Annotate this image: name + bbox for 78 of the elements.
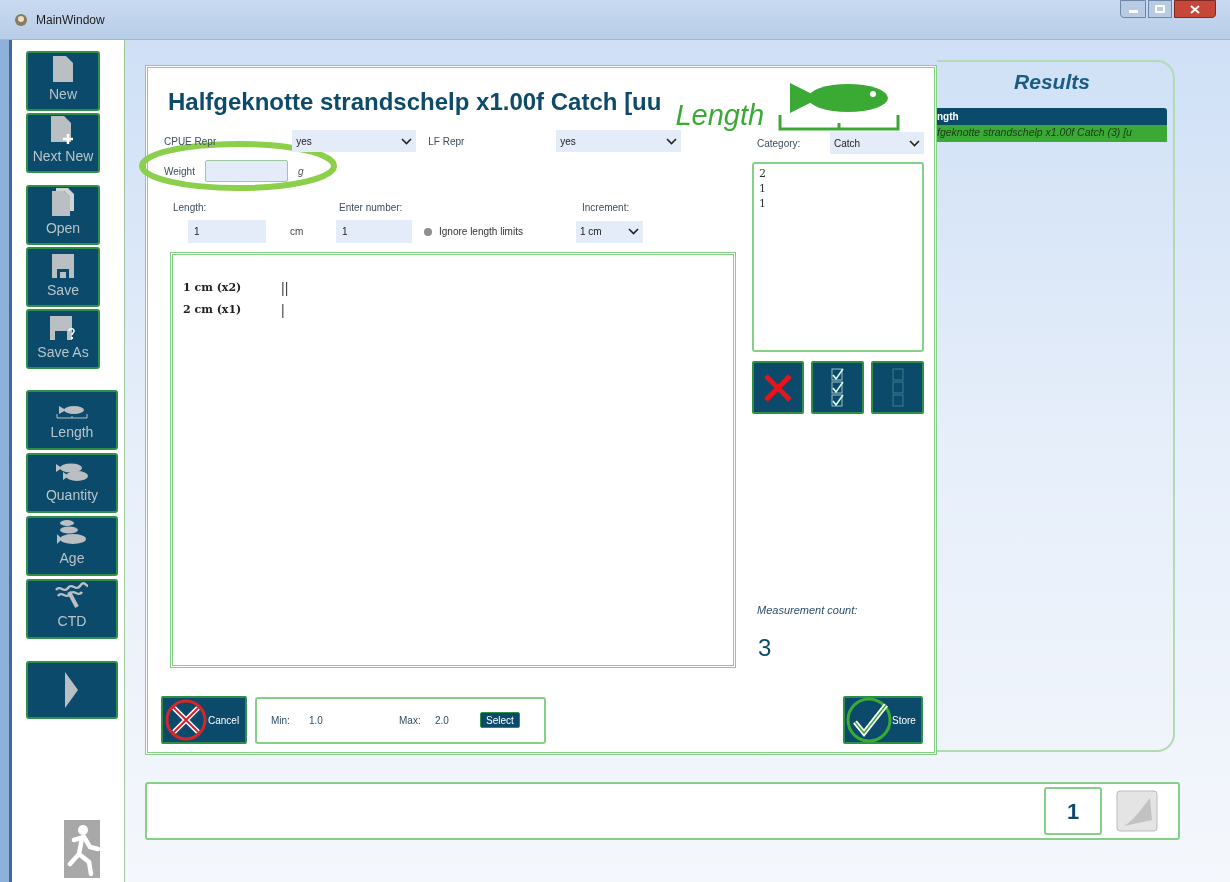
list-item[interactable]: 1 xyxy=(759,196,917,211)
documents-icon xyxy=(52,188,74,216)
max-label: Max: xyxy=(399,713,422,728)
measurement-label: 2 cm (x1) xyxy=(183,301,243,318)
number-input[interactable]: 1 xyxy=(336,220,412,243)
arrow-right-icon xyxy=(65,672,79,708)
close-icon xyxy=(1190,4,1200,14)
page-number: 1 xyxy=(1044,787,1102,835)
cpue-repr-select[interactable]: yes xyxy=(292,130,417,152)
minimize-icon xyxy=(1128,10,1138,13)
chevron-down-icon xyxy=(909,139,920,147)
tally-marks: | xyxy=(281,300,285,320)
maximize-icon xyxy=(1155,5,1165,13)
field-label: Weight xyxy=(164,164,195,179)
maximize-button[interactable] xyxy=(1148,0,1172,18)
field-label: Length: xyxy=(173,200,208,215)
sidebar-button[interactable]: CTD xyxy=(26,579,118,639)
min-value: 1.0 xyxy=(309,713,324,728)
sidebar-button[interactable]: Age xyxy=(26,516,118,576)
sidebar-button[interactable]: New xyxy=(26,51,100,111)
category-select[interactable]: Catch xyxy=(830,132,924,154)
checked-boxes-icon xyxy=(830,367,845,408)
sidebar-button[interactable]: Length xyxy=(26,390,118,450)
exit-icon[interactable] xyxy=(64,820,100,878)
fish-ruler-icon xyxy=(56,405,88,419)
deselect-all-button[interactable] xyxy=(871,361,924,414)
cancel-icon xyxy=(165,699,207,741)
close-icon xyxy=(763,372,793,403)
app-icon xyxy=(14,12,28,27)
mode-label: Length xyxy=(675,98,765,133)
list-item[interactable]: 1 xyxy=(759,181,917,196)
window-title: MainWindow xyxy=(36,11,105,29)
length-input[interactable]: 1 xyxy=(188,220,266,243)
select-all-button[interactable] xyxy=(811,361,864,414)
ctd-probe-icon xyxy=(55,582,89,608)
dialog-title: Halfgeknotte strandschelp x1.00f Catch [uu xyxy=(168,87,662,117)
count-value: 3 xyxy=(758,633,773,663)
field-label: LF Repr xyxy=(428,134,466,149)
chevron-down-icon xyxy=(628,228,639,235)
count-label: Measurement count: xyxy=(757,602,859,618)
sidebar-button[interactable]: Save xyxy=(26,247,100,307)
field-label: Increment: xyxy=(582,200,630,215)
checkmark-icon xyxy=(846,697,892,743)
close-button[interactable] xyxy=(1174,0,1216,18)
max-value: 2.0 xyxy=(435,713,450,728)
sidebar-button[interactable]: Quantity xyxy=(26,453,118,513)
lf-repr-select[interactable]: yes xyxy=(556,130,682,152)
unit-label: g xyxy=(297,164,304,179)
select-button[interactable]: Select xyxy=(480,712,520,728)
fish-group-icon xyxy=(55,462,89,482)
fish-stack-icon xyxy=(55,519,89,545)
tally-marks: || xyxy=(281,278,289,298)
cancel-button[interactable]: Cancel xyxy=(161,696,247,744)
sidebar-button[interactable]: Open xyxy=(26,185,100,245)
delete-button[interactable] xyxy=(752,361,804,414)
chevron-down-icon xyxy=(666,137,678,145)
store-button[interactable]: Store xyxy=(843,696,923,744)
results-header: ngth xyxy=(937,107,1167,125)
weight-input[interactable] xyxy=(204,160,288,182)
floppy-disk-question-icon xyxy=(50,316,76,340)
document-plus-icon xyxy=(51,116,75,144)
empty-boxes-icon xyxy=(891,367,904,408)
sidebar-button[interactable]: Save As xyxy=(26,309,100,369)
minimize-button[interactable] xyxy=(1120,0,1146,18)
field-label: Category: xyxy=(757,136,802,151)
min-label: Min: xyxy=(271,713,291,728)
sidebar-button[interactable]: Next New xyxy=(26,113,100,173)
field-label: Enter number: xyxy=(339,200,404,215)
list-item[interactable]: 2 xyxy=(759,166,917,181)
increment-select[interactable]: 1 cm xyxy=(576,220,643,243)
ignore-limits-radio[interactable] xyxy=(424,227,432,236)
next-button[interactable] xyxy=(26,661,118,719)
unit-label: cm xyxy=(290,225,305,239)
measurement-label: 1 cm (x2) xyxy=(183,279,243,296)
results-title: Results xyxy=(1014,69,1090,95)
chevron-down-icon xyxy=(401,137,413,145)
document-icon xyxy=(53,56,73,82)
ignore-limits-label: Ignore length limits xyxy=(439,225,524,239)
